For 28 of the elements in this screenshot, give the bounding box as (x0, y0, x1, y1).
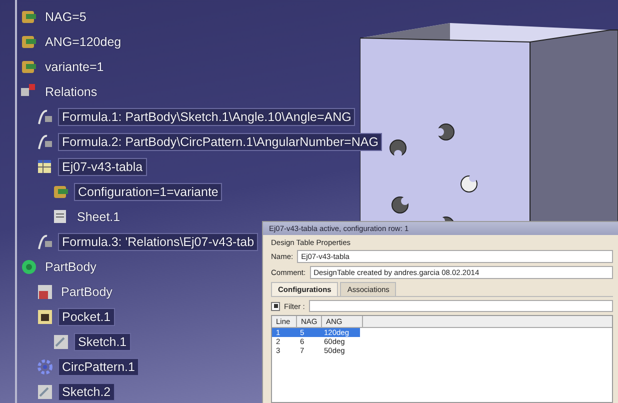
tree-item[interactable]: PartBody (42, 258, 100, 274)
filter-field[interactable] (308, 300, 613, 312)
tree-item[interactable]: Sheet.1 (74, 208, 124, 224)
checkbox[interactable] (271, 302, 280, 310)
formula-icon (36, 132, 54, 150)
formula-icon (36, 108, 54, 126)
tree-item[interactable]: ANG=120deg (42, 34, 124, 50)
tree-item[interactable]: Ej07-v43-tabla (58, 158, 147, 176)
sketch-icon (52, 332, 70, 350)
sketch-icon (36, 382, 54, 400)
tree-item[interactable]: Relations (42, 84, 100, 100)
pocket-icon (36, 308, 54, 326)
tree-item[interactable]: variante=1 (42, 58, 107, 74)
tree-item[interactable]: Sketch.1 (74, 332, 131, 350)
tree-item[interactable]: Configuration=1=variante (74, 182, 222, 200)
tree-item[interactable]: CircPattern.1 (58, 358, 139, 376)
tree-item[interactable]: Sketch.2 (58, 382, 115, 400)
formula-icon (36, 232, 54, 250)
partbody-icon (36, 282, 54, 300)
body-icon (20, 258, 38, 276)
tree-item[interactable]: Formula.3: 'Relations\Ej07-v43-tab (58, 232, 258, 250)
pattern-icon (36, 358, 54, 376)
tree-item[interactable]: NAG=5 (42, 8, 90, 24)
tree-item[interactable]: PartBody (58, 284, 116, 300)
table-icon (36, 158, 54, 176)
tree-item[interactable]: Formula.1: PartBody\Sketch.1\Angle.10\Angle=ANG (58, 108, 356, 126)
tree-item[interactable]: Formula.2: PartBody\CircPattern.1\AngularNumber=NAG (58, 132, 382, 150)
tree-item[interactable]: Pocket.1 (58, 308, 115, 326)
